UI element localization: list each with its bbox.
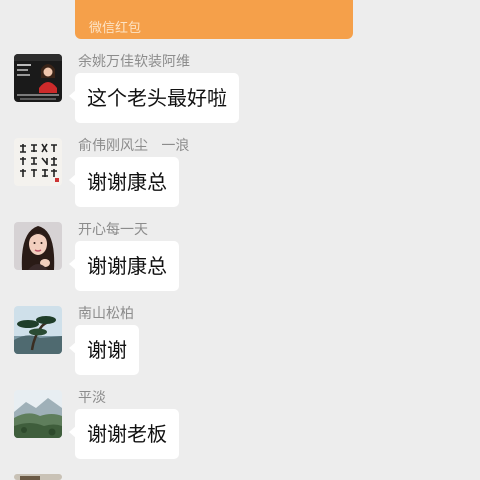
mountain-landscape-avatar[interactable] bbox=[14, 390, 62, 438]
message-bubble[interactable]: 谢谢 bbox=[69, 325, 139, 375]
message-bubble[interactable]: 这个老头最好啦 bbox=[69, 73, 239, 123]
message-bubble[interactable]: 谢谢康总 bbox=[69, 157, 179, 207]
message-bubble[interactable]: 谢谢老板 bbox=[69, 409, 179, 459]
sender-name: 南山松柏 bbox=[78, 306, 134, 322]
sender-name: 俞伟刚风尘 一浪 bbox=[78, 138, 190, 154]
sender-name: 开心每一天 bbox=[78, 222, 148, 238]
woman-portrait-avatar[interactable] bbox=[14, 54, 62, 102]
red-packet-card[interactable]: 微信红包 bbox=[75, 0, 353, 39]
woman-selfie-avatar[interactable] bbox=[14, 222, 62, 270]
sender-name: 平淡 bbox=[78, 390, 106, 406]
sender-name: 余姚万佳软装阿维 bbox=[78, 54, 190, 70]
partial-avatar[interactable] bbox=[14, 474, 62, 480]
red-packet-label: 微信红包 bbox=[89, 21, 142, 36]
chat-message-partial bbox=[0, 474, 480, 480]
pine-tree-avatar[interactable] bbox=[14, 306, 62, 354]
calligraphy-avatar[interactable] bbox=[14, 138, 62, 186]
message-bubble[interactable]: 谢谢康总 bbox=[69, 241, 179, 291]
